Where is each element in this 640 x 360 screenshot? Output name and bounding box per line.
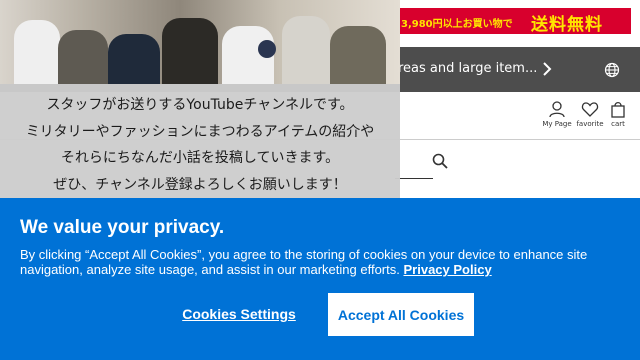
cookie-consent-banner: We value your privacy. By clicking “Acce… — [0, 198, 640, 360]
promo-price-text: 3,980円以上お買い物で — [401, 19, 513, 30]
caption-line-2: ミリタリーやファッションにまつわるアイテムの紹介や — [25, 123, 375, 140]
cart-icon — [611, 101, 625, 118]
my-page-label: My Page — [542, 120, 572, 128]
cookie-title: We value your privacy. — [20, 217, 225, 238]
user-icon — [549, 101, 565, 118]
caption-line-3: それらにちなんだ小話を投稿していきます。 — [60, 150, 340, 166]
notice-text: reas and large item... — [398, 61, 538, 76]
cookie-description: By clicking “Accept All Cookies”, you ag… — [20, 247, 620, 277]
caption-line-4: ぜひ、チャンネル登録よろしくお願いします！ — [53, 176, 347, 193]
my-page-button[interactable]: My Page — [539, 100, 575, 138]
search-icon[interactable] — [432, 153, 448, 169]
youtube-channel-photo[interactable] — [0, 0, 400, 84]
chevron-right-icon[interactable] — [540, 61, 554, 77]
promo-shipping-text: 送料無料 — [531, 15, 603, 35]
youtube-channel-caption: スタッフがお送りするYouTubeチャンネルです。 ミリタリーやファッションにま… — [0, 84, 400, 198]
accept-all-cookies-button[interactable]: Accept All Cookies — [328, 293, 474, 336]
privacy-policy-link[interactable]: Privacy Policy — [404, 262, 492, 277]
globe-icon[interactable] — [604, 62, 620, 78]
cookies-settings-button[interactable]: Cookies Settings — [176, 302, 302, 326]
search-input[interactable] — [395, 178, 433, 179]
free-shipping-promo[interactable]: 3,980円以上お買い物で 送料無料 — [395, 8, 631, 35]
caption-line-1: スタッフがお送りするYouTubeチャンネルです。 — [46, 97, 354, 113]
cart-label: cart — [611, 120, 625, 128]
cart-button[interactable]: cart — [600, 100, 636, 138]
heart-icon — [581, 102, 599, 117]
cookie-description-text: By clicking “Accept All Cookies”, you ag… — [20, 247, 588, 277]
